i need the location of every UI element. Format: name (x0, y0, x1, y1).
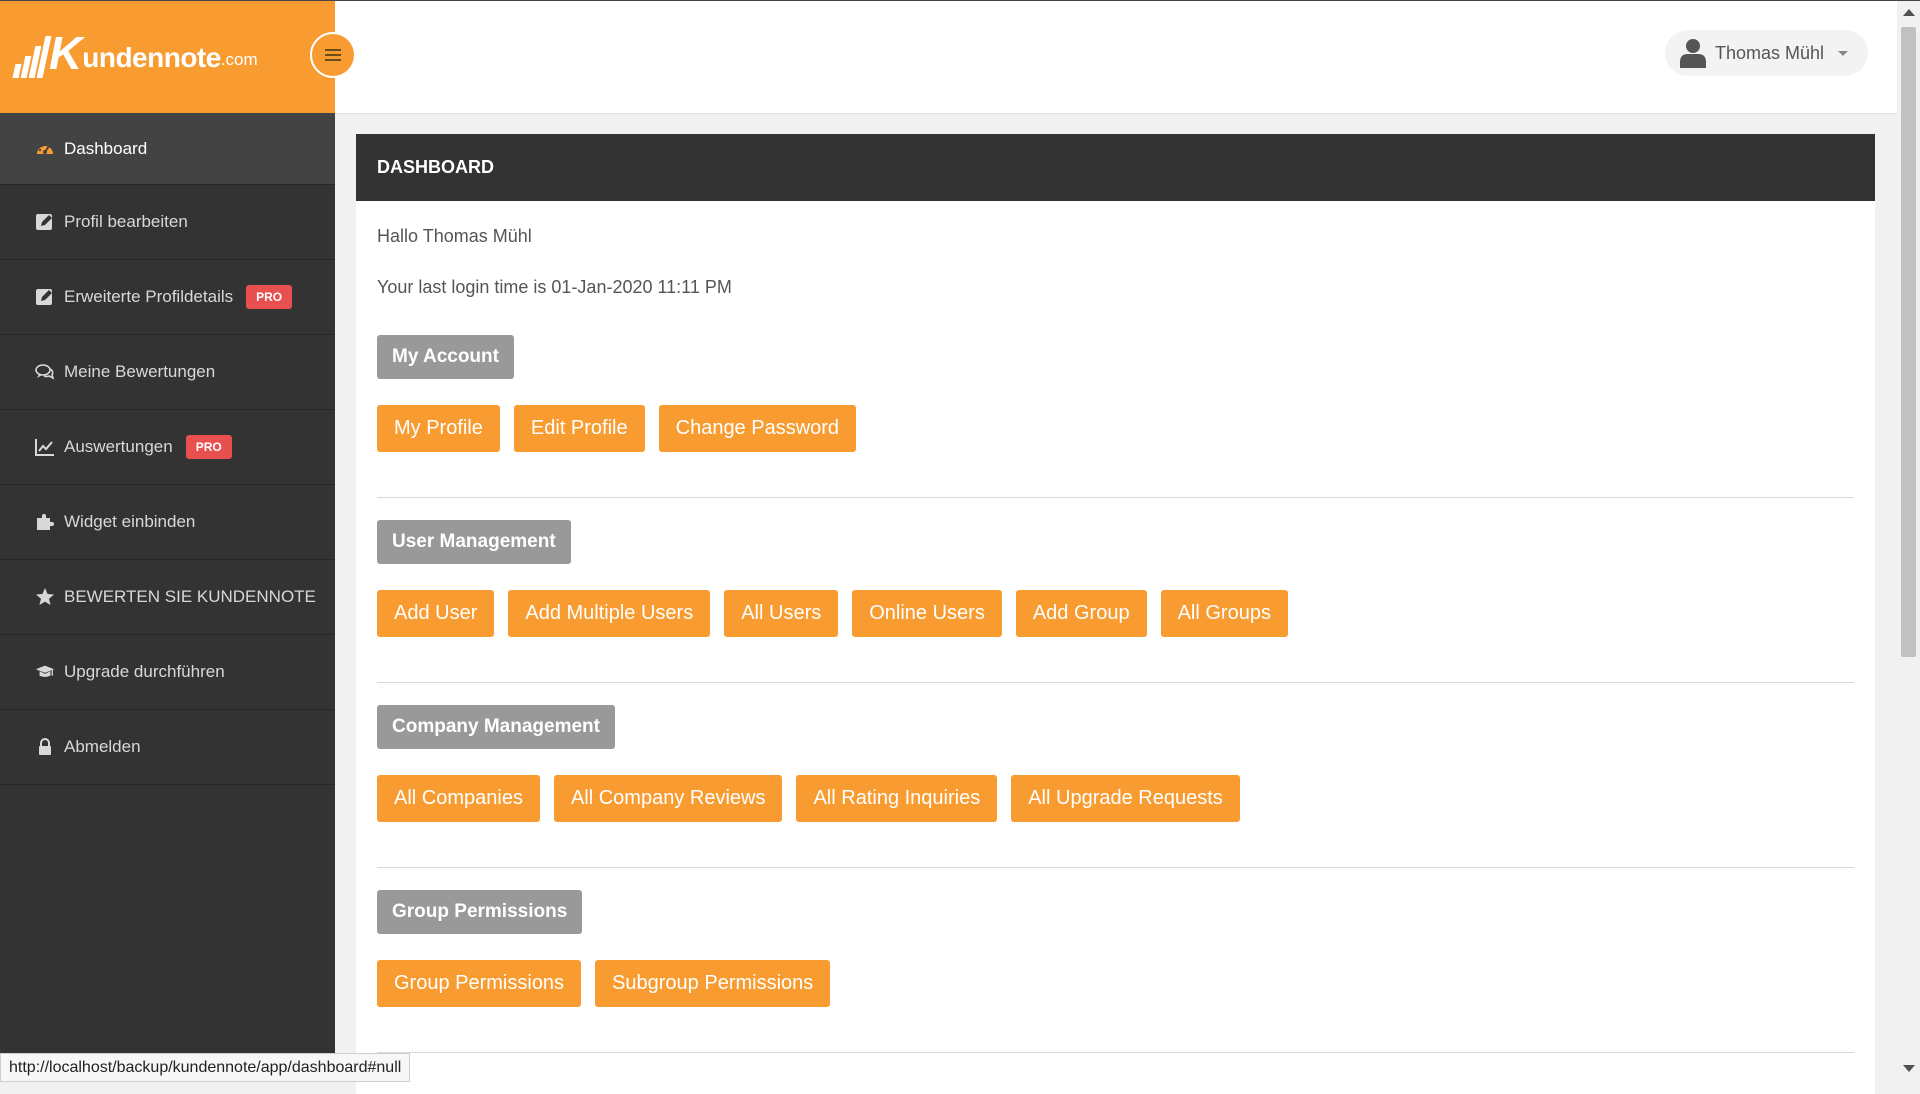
scrollbar-thumb[interactable] (1901, 27, 1916, 657)
comments-icon (34, 361, 56, 383)
sidebar-item-label: Widget einbinden (64, 512, 196, 531)
all-groups-button[interactable]: All Groups (1160, 590, 1288, 637)
user-avatar-icon (1679, 39, 1706, 68)
section-user-management: User Management Add User Add Multiple Us… (377, 520, 1288, 637)
dashboard-icon (34, 138, 56, 160)
sidebar-item-label: Auswertungen (64, 437, 173, 456)
sidebar-item-label: Dashboard (64, 138, 148, 158)
pro-badge: PRO (246, 285, 293, 309)
my-profile-button[interactable]: My Profile (377, 405, 500, 452)
sidebar-item-auswertungen[interactable]: Auswertungen PRO (0, 410, 335, 485)
section-divider (377, 867, 1854, 868)
sidebar-item-dashboard[interactable]: Dashboard (0, 113, 335, 185)
edit-profile-button[interactable]: Edit Profile (513, 405, 645, 452)
graduation-cap-icon (34, 661, 56, 683)
edit-icon (34, 211, 56, 233)
browser-status-bar: http://localhost/backup/kundennote/app/d… (0, 1053, 411, 1082)
line-chart-icon (34, 436, 56, 458)
sidebar-item-abmelden[interactable]: Abmelden (0, 710, 335, 785)
button-row: All Companies All Company Reviews All Ra… (377, 775, 1240, 822)
all-rating-inquiries-button[interactable]: All Rating Inquiries (796, 775, 998, 822)
greeting-text: Hallo Thomas Mühl (377, 226, 532, 246)
button-row: My Profile Edit Profile Change Password (377, 405, 857, 452)
user-name: Thomas Mühl (1714, 42, 1824, 63)
sidebar-item-label: Abmelden (64, 737, 141, 756)
section-my-account: My Account My Profile Edit Profile Chang… (377, 335, 857, 452)
edit-icon (34, 286, 56, 308)
section-title: User Management (377, 520, 571, 564)
logo-area: K undennote .com (0, 0, 335, 113)
add-group-button[interactable]: Add Group (1015, 590, 1147, 637)
sidebar: K undennote .com Dashboard Profil bearbe… (0, 0, 335, 1080)
panel-body: Hallo Thomas Mühl Your last login time i… (356, 226, 1875, 298)
lock-icon (34, 736, 56, 758)
sidebar-item-upgrade-durchfuehren[interactable]: Upgrade durchführen (0, 635, 335, 710)
user-menu-button[interactable]: Thomas Mühl (1664, 30, 1868, 76)
button-row: Add User Add Multiple Users All Users On… (377, 590, 1288, 637)
all-companies-button[interactable]: All Companies (377, 775, 540, 822)
top-header: Thomas Mühl (335, 1, 1897, 114)
sidebar-item-widget-einbinden[interactable]: Widget einbinden (0, 485, 335, 560)
all-company-reviews-button[interactable]: All Company Reviews (553, 775, 783, 822)
last-login-text: Your last login time is 01-Jan-2020 11:1… (377, 277, 732, 297)
sidebar-item-bewerten-sie-kundennote[interactable]: BEWERTEN SIE KUNDENNOTE (0, 560, 335, 635)
sidebar-item-meine-bewertungen[interactable]: Meine Bewertungen (0, 335, 335, 410)
sidebar-item-label: Meine Bewertungen (64, 362, 216, 381)
group-permissions-button[interactable]: Group Permissions (377, 960, 582, 1007)
sidebar-item-label: BEWERTEN SIE KUNDENNOTE (64, 587, 316, 606)
logo-domain: .com (220, 50, 258, 69)
scroll-up-arrow-icon[interactable] (1903, 9, 1915, 16)
dashboard-panel: DASHBOARD Hallo Thomas Mühl Your last lo… (356, 134, 1875, 1094)
sidebar-item-label: Upgrade durchführen (64, 662, 225, 681)
window-top-border (0, 0, 1920, 1)
menu-toggle-button[interactable] (310, 32, 356, 78)
section-company-management: Company Management All Companies All Com… (377, 705, 1240, 822)
section-divider (377, 497, 1854, 498)
brand-logo[interactable]: K undennote .com (12, 27, 258, 79)
logo-bars-icon (12, 28, 52, 78)
add-user-button[interactable]: Add User (377, 590, 495, 637)
section-divider (377, 1052, 1854, 1053)
star-icon (34, 586, 56, 608)
section-divider (377, 682, 1854, 683)
sidebar-nav: Dashboard Profil bearbeiten Erweiterte P… (0, 113, 335, 785)
sidebar-item-label: Profil bearbeiten (64, 212, 188, 231)
section-title: Group Permissions (377, 890, 583, 934)
section-title: Company Management (377, 705, 615, 749)
change-password-button[interactable]: Change Password (658, 405, 857, 452)
sidebar-item-label: Erweiterte Profildetails (64, 287, 234, 306)
all-users-button[interactable]: All Users (724, 590, 839, 637)
scroll-down-arrow-icon[interactable] (1903, 1065, 1915, 1072)
button-row: Group Permissions Subgroup Permissions (377, 960, 831, 1007)
subgroup-permissions-button[interactable]: Subgroup Permissions (595, 960, 831, 1007)
panel-title: DASHBOARD (356, 134, 1875, 201)
section-group-permissions: Group Permissions Group Permissions Subg… (377, 890, 831, 1007)
caret-down-icon (1838, 50, 1848, 56)
sidebar-item-profil-bearbeiten[interactable]: Profil bearbeiten (0, 185, 335, 260)
vertical-scrollbar[interactable] (1897, 1, 1920, 1080)
add-multiple-users-button[interactable]: Add Multiple Users (508, 590, 711, 637)
section-title: My Account (377, 335, 514, 379)
hamburger-icon (325, 49, 341, 51)
online-users-button[interactable]: Online Users (852, 590, 1002, 637)
logo-text: undennote (82, 42, 221, 73)
puzzle-icon (34, 511, 56, 533)
all-upgrade-requests-button[interactable]: All Upgrade Requests (1011, 775, 1240, 822)
logo-k: K (49, 27, 83, 79)
pro-badge: PRO (185, 435, 232, 459)
sidebar-item-erweiterte-profildetails[interactable]: Erweiterte Profildetails PRO (0, 260, 335, 335)
